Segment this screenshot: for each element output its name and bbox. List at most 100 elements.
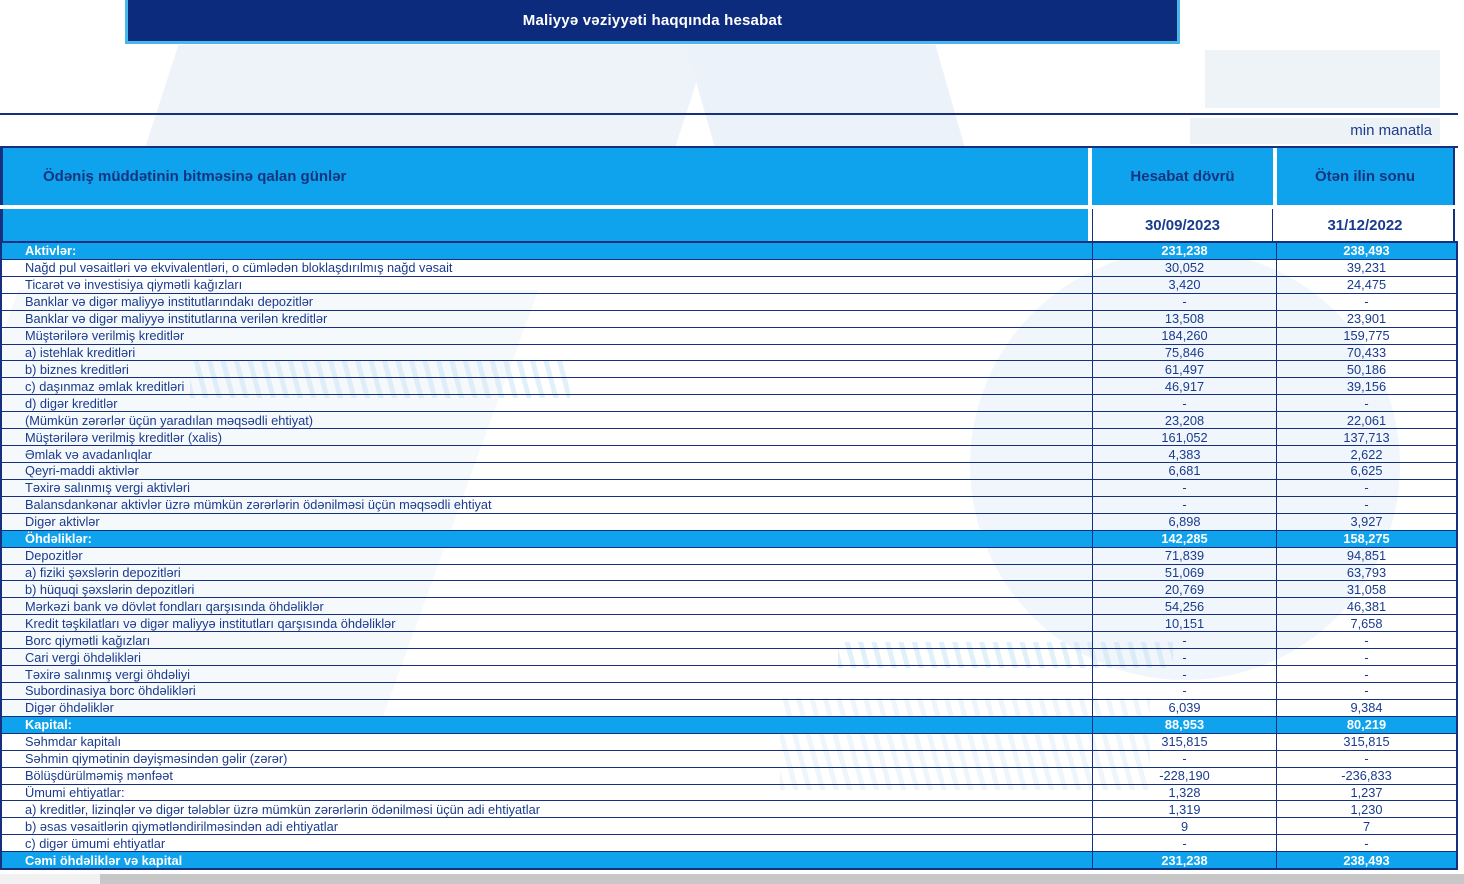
row-value-current: 75,846: [1092, 345, 1276, 361]
table-row: Təxirə salınmış vergi aktivləri--: [2, 480, 1456, 497]
row-label: Bölüşdürülməmiş mənfəət: [2, 768, 1092, 784]
row-label: Səhmdar kapitalı: [2, 734, 1092, 750]
row-label: c) daşınmaz əmlak kreditləri: [2, 378, 1092, 394]
row-value-current: 4,383: [1092, 446, 1276, 462]
row-value-previous: 7: [1276, 818, 1456, 834]
row-value-previous: 31,058: [1276, 581, 1456, 597]
row-label: d) digər kreditlər: [2, 395, 1092, 411]
section-row: Cəmi öhdəliklər və kapital231,238238,493: [2, 852, 1456, 870]
table-row: Səhmin qiymətinin dəyişməsindən gəlir (z…: [2, 751, 1456, 768]
row-value-current: 20,769: [1092, 581, 1276, 597]
table-row: Balansdankənar aktivlər üzrə mümkün zərə…: [2, 497, 1456, 514]
row-value-previous: -: [1276, 683, 1456, 699]
scrollbar-thumb[interactable]: [100, 874, 1464, 884]
section-row: Aktivlər:231,238238,493: [2, 243, 1456, 260]
row-label: Subordinasiya borc öhdəlikləri: [2, 683, 1092, 699]
row-label: Kredit təşkilatları və digər maliyyə ins…: [2, 615, 1092, 631]
row-label: Borc qiymətli kağızları: [2, 632, 1092, 648]
row-value-previous: -236,833: [1276, 768, 1456, 784]
table-row: a) istehlak kreditləri75,84670,433: [2, 345, 1456, 362]
units-row: min manatla: [0, 115, 1458, 148]
row-value-previous: -: [1276, 480, 1456, 496]
row-value-previous: 1,230: [1276, 801, 1456, 817]
row-label: Digər aktivlər: [2, 514, 1092, 530]
section-row: Öhdəliklər:142,285158,275: [2, 531, 1456, 548]
row-label: Mərkəzi bank və dövlət fondları qarşısın…: [2, 598, 1092, 614]
horizontal-scrollbar[interactable]: [0, 874, 1464, 884]
row-label: a) kreditlər, lizinqlər və digər tələblə…: [2, 801, 1092, 817]
row-label: Banklar və digər maliyyə institutlarına …: [2, 311, 1092, 327]
row-value-current: 23,208: [1092, 412, 1276, 428]
row-value-previous: -: [1276, 649, 1456, 665]
table-row: d) digər kreditlər--: [2, 395, 1456, 412]
table-row: Subordinasiya borc öhdəlikləri--: [2, 683, 1456, 700]
row-value-previous: 63,793: [1276, 565, 1456, 581]
table-row: Təxirə salınmış vergi öhdəliyi--: [2, 666, 1456, 683]
table-row: Digər aktivlər6,8983,927: [2, 514, 1456, 531]
row-value-previous: -: [1276, 666, 1456, 682]
header-maturity-column: Ödəniş müddətinin bitməsinə qalan günlər: [0, 148, 1088, 205]
row-value-current: 6,039: [1092, 700, 1276, 716]
table-row: Ticarət və investisiya qiymətli kağızlar…: [2, 277, 1456, 294]
table-row: Borc qiymətli kağızları--: [2, 632, 1456, 649]
table-row: Banklar və digər maliyyə institutlarına …: [2, 311, 1456, 328]
row-value-previous: 94,851: [1276, 548, 1456, 564]
row-label: b) hüquqi şəxslərin depozitləri: [2, 581, 1092, 597]
row-label: a) istehlak kreditləri: [2, 345, 1092, 361]
table-date-row: 30/09/2023 31/12/2022: [0, 205, 1458, 243]
row-value-previous: 158,275: [1276, 531, 1456, 547]
row-value-current: -: [1092, 751, 1276, 767]
row-value-current: -: [1092, 683, 1276, 699]
table-row: (Mümkün zərərlər üçün yaradılan məqsədli…: [2, 412, 1456, 429]
table-row: Bölüşdürülməmiş mənfəət-228,190-236,833: [2, 768, 1456, 785]
row-value-previous: 50,186: [1276, 361, 1456, 377]
row-value-current: 1,319: [1092, 801, 1276, 817]
row-value-current: 315,815: [1092, 734, 1276, 750]
table-row: Mərkəzi bank və dövlət fondları qarşısın…: [2, 598, 1456, 615]
row-value-current: -: [1092, 497, 1276, 513]
row-value-current: 161,052: [1092, 429, 1276, 445]
row-label: Aktivlər:: [2, 243, 1092, 259]
table-row: Depozitlər71,83994,851: [2, 548, 1456, 565]
row-value-current: 13,508: [1092, 311, 1276, 327]
table-body: Aktivlər:231,238238,493Nağd pul vəsaitlə…: [0, 243, 1458, 870]
row-value-current: 88,953: [1092, 717, 1276, 733]
table-row: Digər öhdəliklər6,0399,384: [2, 700, 1456, 717]
table-row: Müştərilərə verilmiş kreditlər (xalis)16…: [2, 429, 1456, 446]
row-label: Kapital:: [2, 717, 1092, 733]
row-value-current: 1,328: [1092, 785, 1276, 801]
section-row: Kapital:88,95380,219: [2, 717, 1456, 734]
row-label: Ümumi ehtiyatlar:: [2, 785, 1092, 801]
row-value-previous: -: [1276, 294, 1456, 310]
table-row: Əmlak və avadanlıqlar4,3832,622: [2, 446, 1456, 463]
row-value-previous: 3,927: [1276, 514, 1456, 530]
table-row: Banklar və digər maliyyə institutlarında…: [2, 294, 1456, 311]
row-value-previous: 7,658: [1276, 615, 1456, 631]
table-row: Cari vergi öhdəlikləri--: [2, 649, 1456, 666]
row-label: b) biznes kreditləri: [2, 361, 1092, 377]
row-value-previous: 238,493: [1276, 852, 1456, 868]
row-value-current: 3,420: [1092, 277, 1276, 293]
row-value-current: -: [1092, 395, 1276, 411]
row-value-previous: 70,433: [1276, 345, 1456, 361]
watermark-shape: [1205, 50, 1440, 108]
row-value-current: 142,285: [1092, 531, 1276, 547]
row-value-current: 231,238: [1092, 243, 1276, 259]
row-value-previous: -: [1276, 395, 1456, 411]
row-value-current: 6,898: [1092, 514, 1276, 530]
row-value-previous: -: [1276, 632, 1456, 648]
row-value-current: 46,917: [1092, 378, 1276, 394]
date-row-spacer: [0, 209, 1088, 241]
row-value-current: 184,260: [1092, 328, 1276, 344]
header-prior-year-end-column: Ötən ilin sonu: [1277, 148, 1455, 205]
row-label: Müştərilərə verilmiş kreditlər (xalis): [2, 429, 1092, 445]
row-label: (Mümkün zərərlər üçün yaradılan məqsədli…: [2, 412, 1092, 428]
row-value-previous: 22,061: [1276, 412, 1456, 428]
row-value-current: -: [1092, 480, 1276, 496]
table-row: b) biznes kreditləri61,49750,186: [2, 361, 1456, 378]
row-value-previous: 80,219: [1276, 717, 1456, 733]
header-reporting-period-column: Hesabat dövrü: [1092, 148, 1273, 205]
row-value-previous: 24,475: [1276, 277, 1456, 293]
row-value-previous: 46,381: [1276, 598, 1456, 614]
row-value-current: 10,151: [1092, 615, 1276, 631]
